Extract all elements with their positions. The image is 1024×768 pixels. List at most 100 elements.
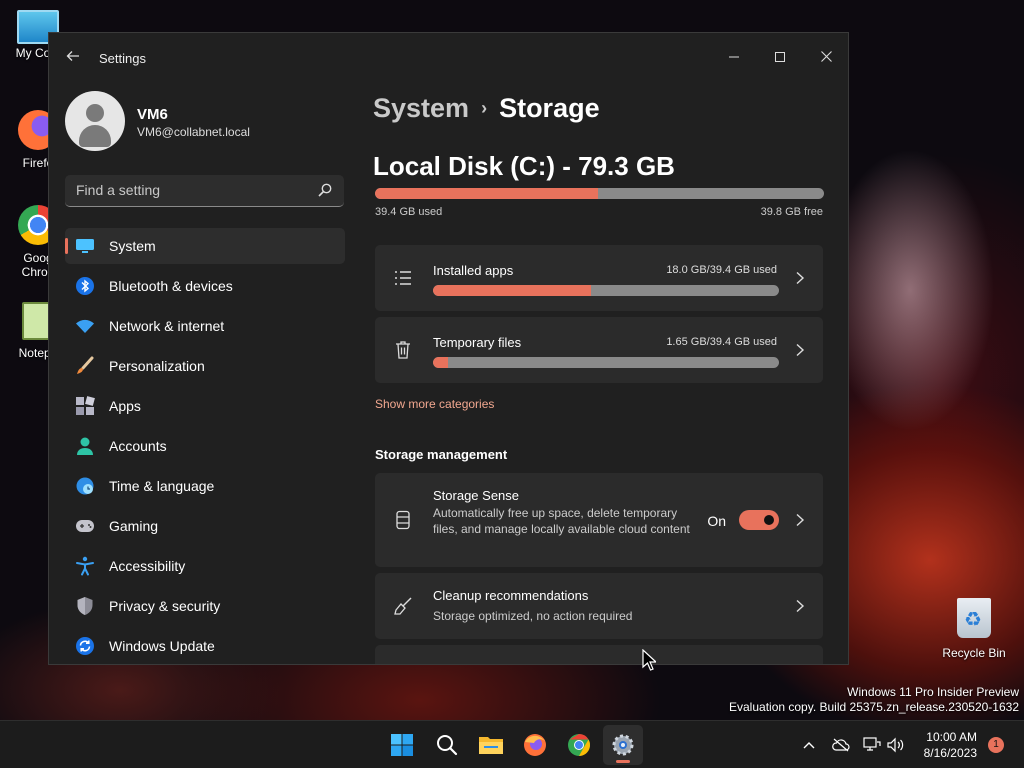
taskbar-firefox[interactable] <box>515 725 555 765</box>
taskbar-settings[interactable] <box>603 725 643 765</box>
update-icon <box>75 636 95 656</box>
disk-usage-fill <box>375 188 599 199</box>
start-button[interactable] <box>382 725 422 765</box>
tray-network-button[interactable] <box>862 735 882 755</box>
card-title: Storage Sense <box>433 488 520 503</box>
trash-icon <box>396 341 410 359</box>
breadcrumb-parent[interactable]: System <box>373 93 469 123</box>
sidebar-item-apps[interactable]: Apps <box>65 388 345 424</box>
globe-clock-icon <box>75 476 95 496</box>
apps-icon <box>75 396 95 416</box>
sidebar-item-label: Gaming <box>109 518 159 534</box>
search-icon[interactable] <box>318 183 332 197</box>
windows-start-icon <box>391 734 413 756</box>
evaluation-watermark: Windows 11 Pro Insider Preview Evaluatio… <box>729 685 1019 715</box>
list-icon <box>395 271 411 285</box>
show-hidden-icons-button[interactable] <box>799 735 819 755</box>
disk-title: Local Disk (C:) - 79.3 GB <box>373 151 675 181</box>
close-button[interactable] <box>803 41 848 73</box>
temporary-files-fill <box>433 357 448 368</box>
sidebar-item-accounts[interactable]: Accounts <box>65 428 345 464</box>
chevron-right-icon <box>796 271 805 285</box>
card-usage-text: 18.0 GB/39.4 GB used <box>666 264 777 276</box>
tray-cloud-button[interactable] <box>831 735 851 755</box>
desktop-icon-label: Recycle Bin <box>942 646 1006 660</box>
sidebar-item-windows-update[interactable]: Windows Update <box>65 628 345 664</box>
settings-window: Settings VM6 VM6@collabnet.local System … <box>48 32 849 665</box>
sidebar-item-label: Bluetooth & devices <box>109 278 233 294</box>
sidebar-item-personalization[interactable]: Personalization <box>65 348 345 384</box>
active-indicator <box>616 760 630 763</box>
next-card-partial[interactable] <box>375 645 823 664</box>
sidebar-item-privacy[interactable]: Privacy & security <box>65 588 345 624</box>
storage-sense-card[interactable]: Storage Sense Automatically free up spac… <box>375 473 823 567</box>
storage-sense-toggle[interactable] <box>739 510 779 530</box>
sidebar-item-accessibility[interactable]: Accessibility <box>65 548 345 584</box>
section-heading: Storage management <box>375 447 508 462</box>
bluetooth-icon <box>75 276 95 296</box>
temporary-files-card[interactable]: Temporary files 1.65 GB/39.4 GB used <box>375 317 823 383</box>
installed-apps-card[interactable]: Installed apps 18.0 GB/39.4 GB used <box>375 245 823 311</box>
sidebar-item-label: Apps <box>109 398 141 414</box>
taskbar-file-explorer[interactable] <box>471 725 511 765</box>
hard-drive-icon <box>396 510 410 530</box>
notification-badge[interactable]: 1 <box>988 737 1004 753</box>
app-title: Settings <box>99 51 146 66</box>
wifi-icon <box>75 316 95 336</box>
sidebar-item-label: Accounts <box>109 438 167 454</box>
chevron-right-icon <box>796 343 805 357</box>
card-title: Installed apps <box>433 263 514 278</box>
accessibility-icon <box>75 556 95 576</box>
gamepad-icon <box>75 516 95 536</box>
sidebar-item-system[interactable]: System <box>65 228 345 264</box>
chevron-right-icon <box>796 599 805 613</box>
clock-date: 8/16/2023 <box>923 746 977 760</box>
chevron-right-icon <box>796 513 805 527</box>
tray-volume-button[interactable] <box>886 735 906 755</box>
disk-free-label: 39.8 GB free <box>760 206 823 218</box>
search-box[interactable] <box>65 175 344 207</box>
show-more-categories-link[interactable]: Show more categories <box>375 397 494 411</box>
recycle-bin-icon: ♻ <box>957 598 991 638</box>
installed-apps-fill <box>433 285 592 296</box>
arrow-left-icon <box>66 51 79 61</box>
cloud-offline-icon <box>832 738 850 752</box>
maximize-icon <box>775 52 785 62</box>
watermark-line: Windows 11 Pro Insider Preview <box>847 685 1019 699</box>
desktop-icon-recycle-bin[interactable]: ♻ Recycle Bin <box>938 598 1010 660</box>
sidebar-item-time-language[interactable]: Time & language <box>65 468 345 504</box>
chrome-icon <box>568 734 590 756</box>
card-usage-text: 1.65 GB/39.4 GB used <box>666 336 777 348</box>
taskbar-chrome[interactable] <box>559 725 599 765</box>
taskbar-clock[interactable]: 10:00 AM 8/16/2023 <box>924 729 977 761</box>
maximize-button[interactable] <box>757 41 803 73</box>
minimize-button[interactable] <box>711 41 757 73</box>
sidebar-item-label: Network & internet <box>109 318 225 334</box>
sidebar-item-label: Windows Update <box>109 638 215 654</box>
disk-used-label: 39.4 GB used <box>375 206 443 218</box>
folder-icon <box>479 737 503 754</box>
profile-name: VM6 <box>137 106 168 123</box>
back-button[interactable] <box>63 49 83 69</box>
sidebar-item-network[interactable]: Network & internet <box>65 308 345 344</box>
temporary-files-bar <box>433 357 779 368</box>
minimize-icon <box>729 56 739 58</box>
sidebar-item-bluetooth[interactable]: Bluetooth & devices <box>65 268 345 304</box>
sidebar-item-label: Personalization <box>109 358 205 374</box>
search-input[interactable] <box>65 175 305 205</box>
card-title: Cleanup recommendations <box>433 588 589 603</box>
search-icon <box>437 735 458 756</box>
toggle-state-label: On <box>707 513 726 529</box>
card-title: Temporary files <box>433 335 522 350</box>
avatar[interactable] <box>65 91 125 151</box>
taskbar-search-button[interactable] <box>427 725 467 765</box>
cleanup-recommendations-card[interactable]: Cleanup recommendations Storage optimize… <box>375 573 823 639</box>
network-wired-icon <box>863 737 881 751</box>
installed-apps-bar <box>433 285 779 296</box>
firefox-icon <box>524 734 546 756</box>
sidebar-item-gaming[interactable]: Gaming <box>65 508 345 544</box>
card-description: Automatically free up space, delete temp… <box>433 506 690 536</box>
profile-email: VM6@collabnet.local <box>137 125 250 139</box>
brush-icon <box>75 356 95 376</box>
page-title: Storage <box>499 93 600 123</box>
